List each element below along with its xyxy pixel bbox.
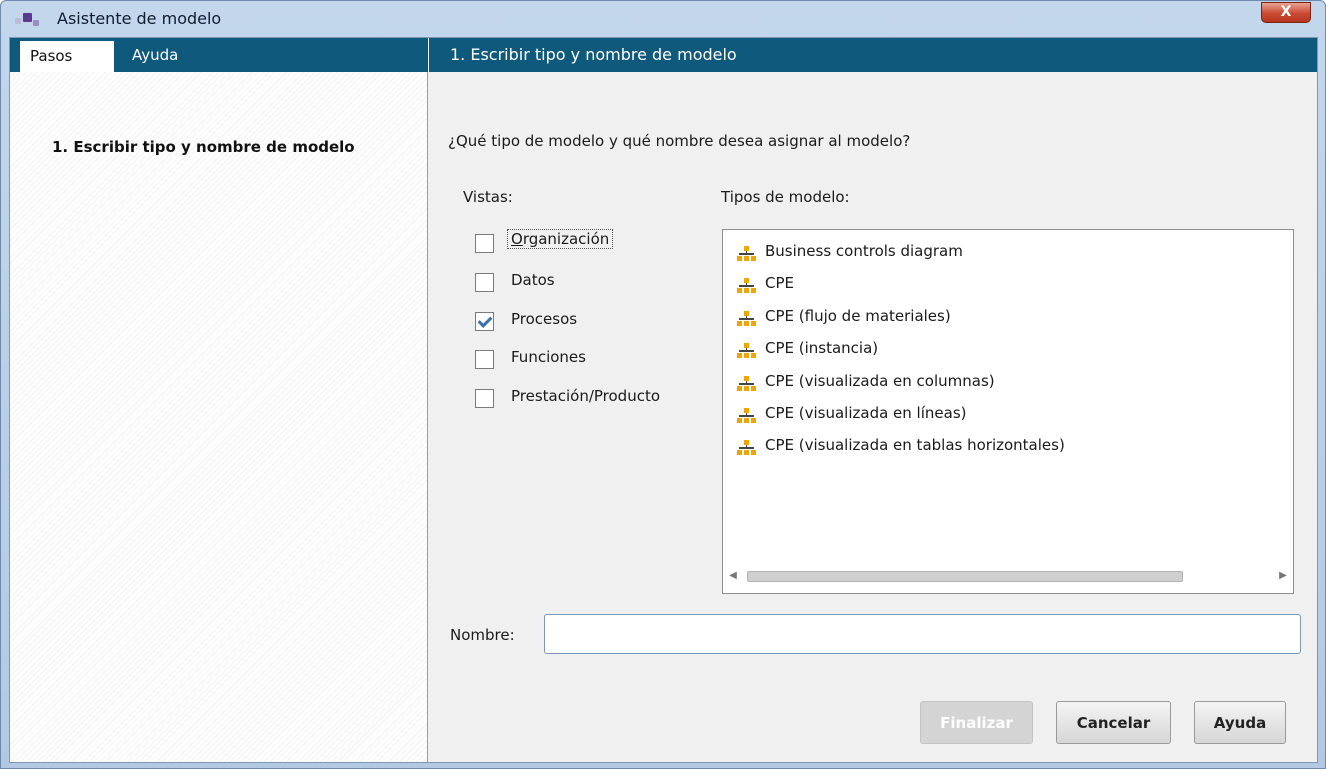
step-item-1[interactable]: 1. Escribir tipo y nombre de modelo (52, 138, 355, 156)
view-label: Funciones (511, 348, 586, 366)
list-item-label: CPE (765, 274, 794, 292)
title-bar[interactable]: Asistente de modelo X (1, 1, 1325, 37)
window-title: Asistente de modelo (57, 9, 222, 28)
scroll-left-icon[interactable]: ◀ (727, 570, 739, 582)
checkbox-funciones[interactable] (475, 350, 494, 369)
finish-button[interactable]: Finalizar (920, 701, 1033, 744)
list-item-label: CPE (visualizada en columnas) (765, 372, 995, 390)
scroll-right-icon[interactable]: ▶ (1277, 570, 1289, 582)
hierarchy-icon (737, 376, 756, 392)
hierarchy-icon (737, 311, 756, 327)
hierarchy-icon (737, 440, 756, 456)
list-item-label: CPE (flujo de materiales) (765, 307, 951, 325)
model-types-label: Tipos de modelo: (721, 188, 850, 206)
view-label: Datos (511, 271, 555, 289)
checkbox-procesos[interactable] (475, 312, 494, 331)
dialog-client: Pasos Ayuda 1. Escribir tipo y nombre de… (9, 37, 1318, 763)
horizontal-scrollbar[interactable]: ◀ ▶ (727, 567, 1289, 585)
name-input[interactable] (544, 614, 1301, 654)
left-tab-bar: Pasos Ayuda (10, 38, 428, 72)
hierarchy-icon (737, 408, 756, 424)
view-label: Organización (507, 229, 614, 249)
hierarchy-icon (737, 246, 756, 262)
hierarchy-icon (737, 278, 756, 294)
hierarchy-icon (737, 343, 756, 359)
tab-ayuda[interactable]: Ayuda (132, 38, 178, 72)
checkbox-prestacion-producto[interactable] (475, 389, 494, 408)
view-label: Procesos (511, 310, 578, 328)
checkbox-organizacion[interactable] (475, 234, 494, 253)
views-label: Vistas: (463, 188, 513, 206)
list-item-label: CPE (visualizada en tablas horizontales) (765, 436, 1065, 454)
model-types-list[interactable]: Business controls diagram CPE CPE (flujo… (722, 229, 1294, 594)
cancel-button[interactable]: Cancelar (1056, 701, 1171, 744)
step-header: 1. Escribir tipo y nombre de modelo (429, 38, 1317, 72)
tab-pasos[interactable]: Pasos (20, 41, 114, 72)
wizard-window: Asistente de modelo X Pasos Ayuda 1. Esc… (0, 0, 1326, 769)
list-item-label: CPE (visualizada en líneas) (765, 404, 967, 422)
help-button[interactable]: Ayuda (1194, 701, 1286, 744)
scrollbar-thumb[interactable] (747, 571, 1183, 582)
content-pane: 1. Escribir tipo y nombre de modelo ¿Qué… (429, 38, 1317, 762)
name-label: Nombre: (450, 626, 515, 644)
steps-pane: Pasos Ayuda 1. Escribir tipo y nombre de… (10, 38, 428, 762)
checkbox-datos[interactable] (475, 273, 494, 292)
question-text: ¿Qué tipo de modelo y qué nombre desea a… (448, 132, 911, 150)
view-label: Prestación/Producto (511, 387, 661, 405)
app-logo-icon (15, 11, 43, 27)
close-button[interactable]: X (1261, 2, 1311, 23)
list-item-label: Business controls diagram (765, 242, 963, 260)
list-item-label: CPE (instancia) (765, 339, 879, 357)
